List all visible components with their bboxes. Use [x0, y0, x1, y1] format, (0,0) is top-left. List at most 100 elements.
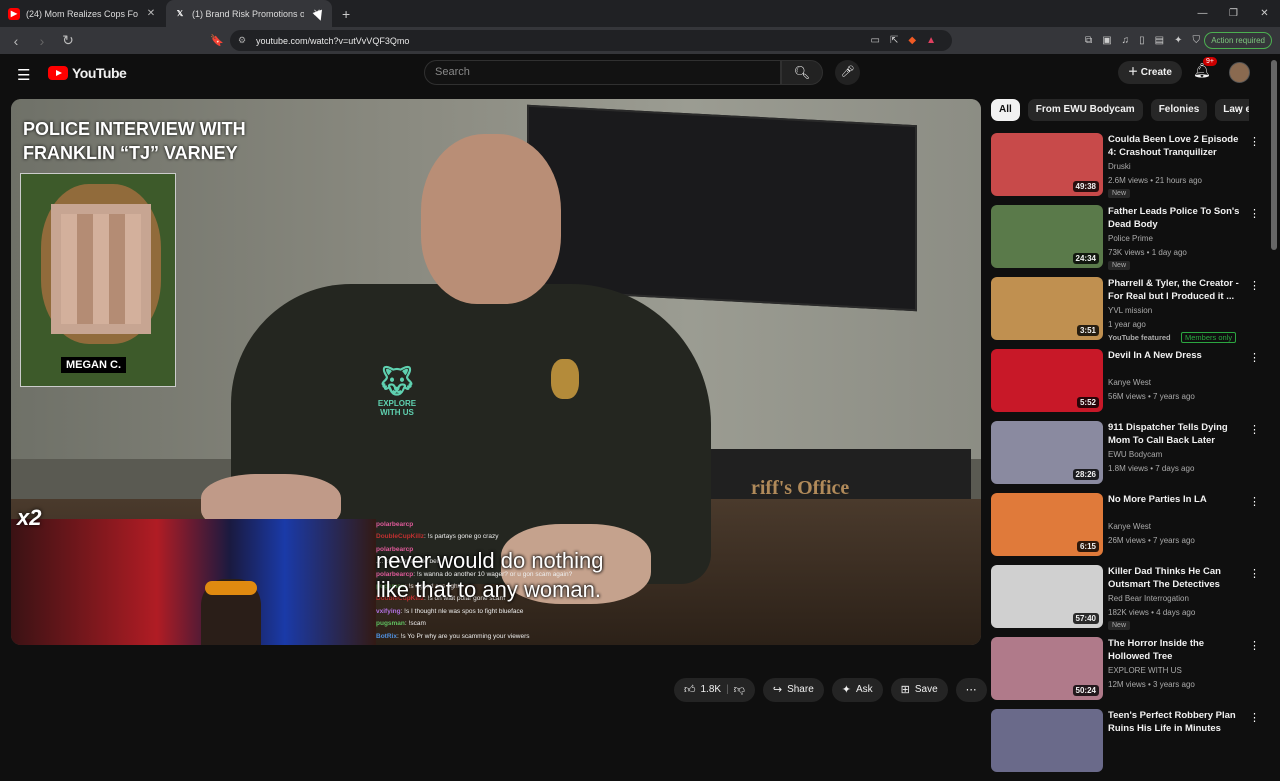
youtube-logo[interactable]: YouTube — [48, 65, 127, 81]
mic-icon: 🎤︎ — [840, 66, 855, 78]
maximize-icon[interactable]: ❐ — [1218, 0, 1249, 27]
wallet-icon[interactable]: ▤ — [1155, 35, 1164, 46]
youtube-header: ☰ YouTube Search 🔍︎ 🎤︎ ＋ Create 🔔︎ 9+ — [0, 54, 1280, 94]
tab-search-icon[interactable]: ▣ — [1102, 35, 1111, 46]
video-actions: 👍︎ 1.8K | 👎︎ ↪ Share ✦ Ask ⊞ Save ⋯ — [674, 678, 987, 702]
chevron-right-icon[interactable]: › — [1238, 104, 1242, 118]
video-thumbnail[interactable]: 24:34 — [991, 205, 1103, 268]
more-actions-button[interactable]: ⋯ — [955, 678, 987, 702]
bookmark-icon[interactable]: 🔖 — [210, 34, 224, 47]
video-thumbnail[interactable]: 6:15 — [991, 493, 1103, 556]
tab-youtube[interactable]: ▶ (24) Mom Realizes Cops Found I ✕ — [0, 0, 166, 27]
avatar[interactable] — [1229, 62, 1250, 83]
recommendation-item[interactable]: 6:15 No More Parties In LA Kanye West 26M v… — [991, 493, 1267, 565]
video-title[interactable]: Devil In A New Dress — [1108, 349, 1243, 362]
recommendation-item[interactable]: 50:24 The Horror Inside the Hollowed Tree… — [991, 637, 1267, 709]
video-title[interactable]: Teen's Perfect Robbery Plan Ruins His Li… — [1108, 709, 1243, 735]
tab-title: (24) Mom Realizes Cops Found I — [26, 8, 138, 19]
back-icon[interactable]: ‹ — [6, 33, 26, 49]
channel-name[interactable]: Police Prime — [1108, 234, 1153, 243]
minimize-icon[interactable]: — — [1187, 0, 1218, 27]
thumbs-down-icon[interactable]: 👎︎ — [734, 678, 745, 702]
media-icon[interactable]: ♫ — [1122, 35, 1130, 46]
chip-all[interactable]: All — [991, 99, 1020, 121]
sidebar-icon[interactable]: ▯ — [1139, 35, 1145, 46]
extensions-icon[interactable]: ⧉ — [1085, 35, 1092, 46]
close-tab-icon[interactable]: ✕ — [144, 8, 158, 19]
search-button[interactable]: 🔍︎ — [781, 60, 823, 85]
new-badge: New — [1108, 261, 1131, 270]
video-thumbnail[interactable]: 28:26 — [991, 421, 1103, 484]
channel-name[interactable]: Druski — [1108, 162, 1131, 171]
search-input[interactable]: Search — [424, 60, 781, 85]
voice-search-button[interactable]: 🎤︎ — [835, 60, 860, 85]
video-title[interactable]: Pharrell & Tyler, the Creator - For Real… — [1108, 277, 1243, 303]
video-title[interactable]: Coulda Been Love 2 Episode 4: Crashout T… — [1108, 133, 1243, 159]
more-options-icon[interactable]: ⋮ — [1249, 495, 1260, 508]
video-title[interactable]: Father Leads Police To Son's Dead Body — [1108, 205, 1243, 231]
create-button[interactable]: ＋ Create — [1118, 61, 1182, 84]
channel-name[interactable]: EXPLORE WITH US — [1108, 666, 1182, 675]
chip-felonies[interactable]: Felonies — [1150, 99, 1208, 121]
cast-icon[interactable]: ▭ — [871, 35, 880, 46]
url-field[interactable]: ⚙ youtube.com/watch?v=utVvVQF3Qmo — [230, 30, 952, 51]
leo-icon[interactable]: ✦ — [1174, 35, 1182, 46]
video-title[interactable]: Killer Dad Thinks He Can Outsmart The De… — [1108, 565, 1243, 591]
chip-from-ewu-bodycam[interactable]: From EWU Bodycam — [1027, 99, 1143, 121]
tab-x[interactable]: 𝕏 (1) Brand Risk Promotions on X ✕ — [166, 0, 332, 27]
new-tab-icon[interactable]: + — [342, 6, 350, 22]
share-page-icon[interactable]: ⇱ — [890, 35, 898, 46]
more-options-icon[interactable]: ⋮ — [1249, 423, 1260, 436]
recommendation-item[interactable]: 49:38 Coulda Been Love 2 Episode 4: Crash… — [991, 133, 1267, 205]
like-button[interactable]: 👍︎ 1.8K | 👎︎ — [674, 678, 755, 702]
video-title[interactable]: No More Parties In LA — [1108, 493, 1243, 506]
save-button[interactable]: ⊞ Save — [890, 678, 948, 702]
close-window-icon[interactable]: ✕ — [1249, 0, 1280, 27]
channel-name[interactable]: Red Bear Interrogation — [1108, 594, 1189, 603]
share-label: Share — [787, 684, 814, 695]
recommendation-item[interactable]: 28:26 911 Dispatcher Tells Dying Mom To C… — [991, 421, 1267, 493]
more-options-icon[interactable]: ⋮ — [1249, 207, 1260, 220]
channel-name[interactable]: Kanye West — [1108, 522, 1151, 531]
more-options-icon[interactable]: ⋮ — [1249, 639, 1260, 652]
action-required-button[interactable]: Action required — [1204, 32, 1272, 49]
video-player[interactable]: riff's Office 🐺︎ EXPLORE WITH US POLICE … — [11, 99, 981, 645]
video-title[interactable]: The Horror Inside the Hollowed Tree — [1108, 637, 1243, 663]
video-thumbnail[interactable]: 57:40 — [991, 565, 1103, 628]
overlay-title-line-1: POLICE INTERVIEW WITH — [23, 119, 246, 139]
share-button[interactable]: ↪ Share — [762, 678, 824, 702]
recommendation-item[interactable]: 24:34 Father Leads Police To Son's Dead B… — [991, 205, 1267, 277]
chip-law-enforcement[interactable]: Law en — [1215, 99, 1249, 121]
recommendation-item[interactable]: 3:51 Pharrell & Tyler, the Creator - For … — [991, 277, 1267, 349]
video-title[interactable]: 911 Dispatcher Tells Dying Mom To Call B… — [1108, 421, 1243, 447]
channel-name[interactable]: YVL mission — [1108, 306, 1152, 315]
more-options-icon[interactable]: ⋮ — [1249, 567, 1260, 580]
duration-badge: 50:24 — [1072, 685, 1099, 696]
menu-icon[interactable]: ☰ — [17, 66, 30, 84]
ask-button[interactable]: ✦ Ask — [831, 678, 883, 702]
video-thumbnail[interactable]: 50:24 — [991, 637, 1103, 700]
scrollbar[interactable] — [1271, 60, 1277, 250]
save-label: Save — [914, 684, 938, 695]
channel-name[interactable]: Kanye West — [1108, 378, 1151, 387]
video-thumbnail[interactable]: 5:52 — [991, 349, 1103, 412]
vpn-icon[interactable]: ⛉ — [1193, 35, 1201, 46]
duration-badge: 57:40 — [1072, 613, 1099, 624]
channel-name[interactable]: EWU Bodycam — [1108, 450, 1162, 459]
video-thumbnail[interactable] — [991, 709, 1103, 772]
video-meta: 1.8M views • 7 days ago — [1108, 464, 1195, 473]
chat-message: DoubleCupKillz: !s partays gone go crazy — [376, 531, 631, 543]
forward-icon[interactable]: › — [32, 33, 52, 49]
brave-shield-icon[interactable]: ◆ — [908, 35, 916, 46]
video-thumbnail[interactable]: 49:38 — [991, 133, 1103, 196]
video-thumbnail[interactable]: 3:51 — [991, 277, 1103, 340]
recommendation-item[interactable]: 5:52 Devil In A New Dress Kanye West 56M vi… — [991, 349, 1267, 421]
more-options-icon[interactable]: ⋮ — [1249, 135, 1260, 148]
recommendation-item[interactable]: 57:40 Killer Dad Thinks He Can Outsmart T… — [991, 565, 1267, 637]
more-options-icon[interactable]: ⋮ — [1249, 351, 1260, 364]
more-options-icon[interactable]: ⋮ — [1249, 711, 1260, 724]
site-info-icon[interactable]: ⚙ — [238, 35, 246, 46]
brave-rewards-icon[interactable]: ▲ — [926, 35, 936, 46]
reload-icon[interactable]: ↻ — [58, 32, 78, 49]
more-options-icon[interactable]: ⋮ — [1249, 279, 1260, 292]
